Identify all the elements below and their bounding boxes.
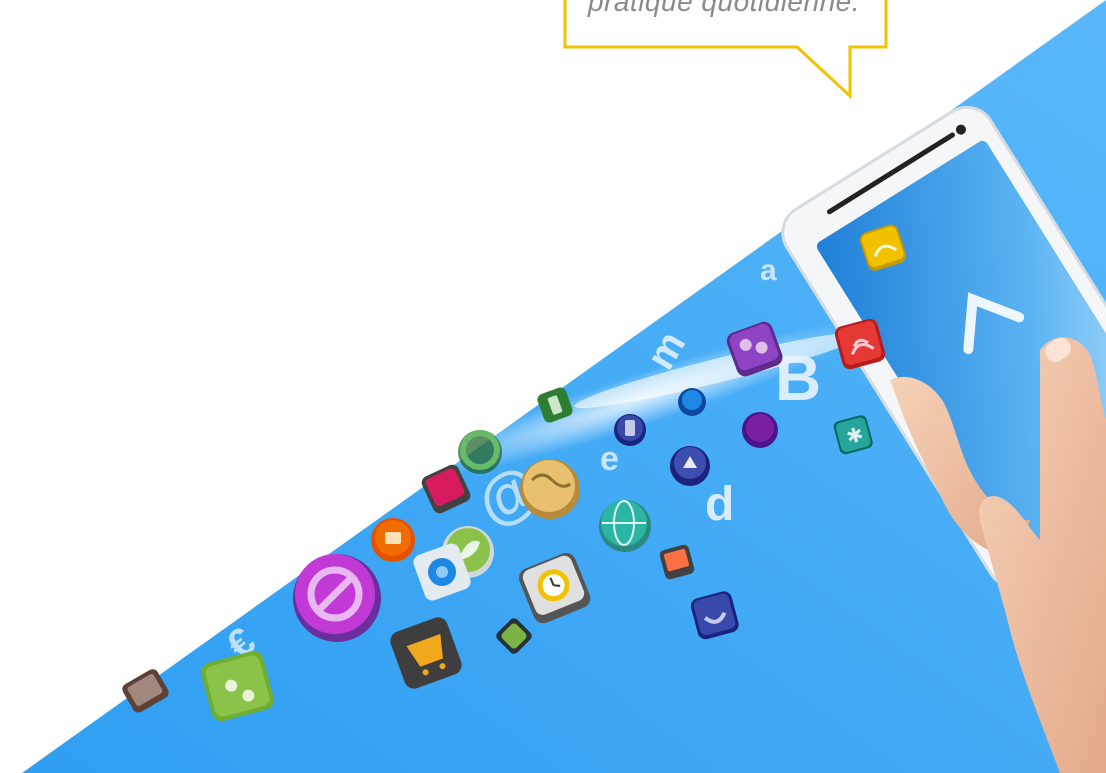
hero-illustration: B d m a e f e € @ [22,0,1106,773]
share-icon [678,388,706,416]
svg-text:e: e [600,440,619,478]
globe-icon [599,500,651,552]
svg-text:B: B [775,342,821,414]
upload-icon [670,446,710,486]
quote-text: pratique quotidienne. [587,0,860,17]
svg-text:a: a [760,254,777,287]
bag-icon [371,518,415,562]
svg-text:d: d [705,478,734,531]
no-entry-icon [293,554,381,642]
refresh-icon [458,430,502,474]
settings-icon [742,412,778,448]
world-map-icon [520,459,580,519]
phone-icon [614,414,646,446]
